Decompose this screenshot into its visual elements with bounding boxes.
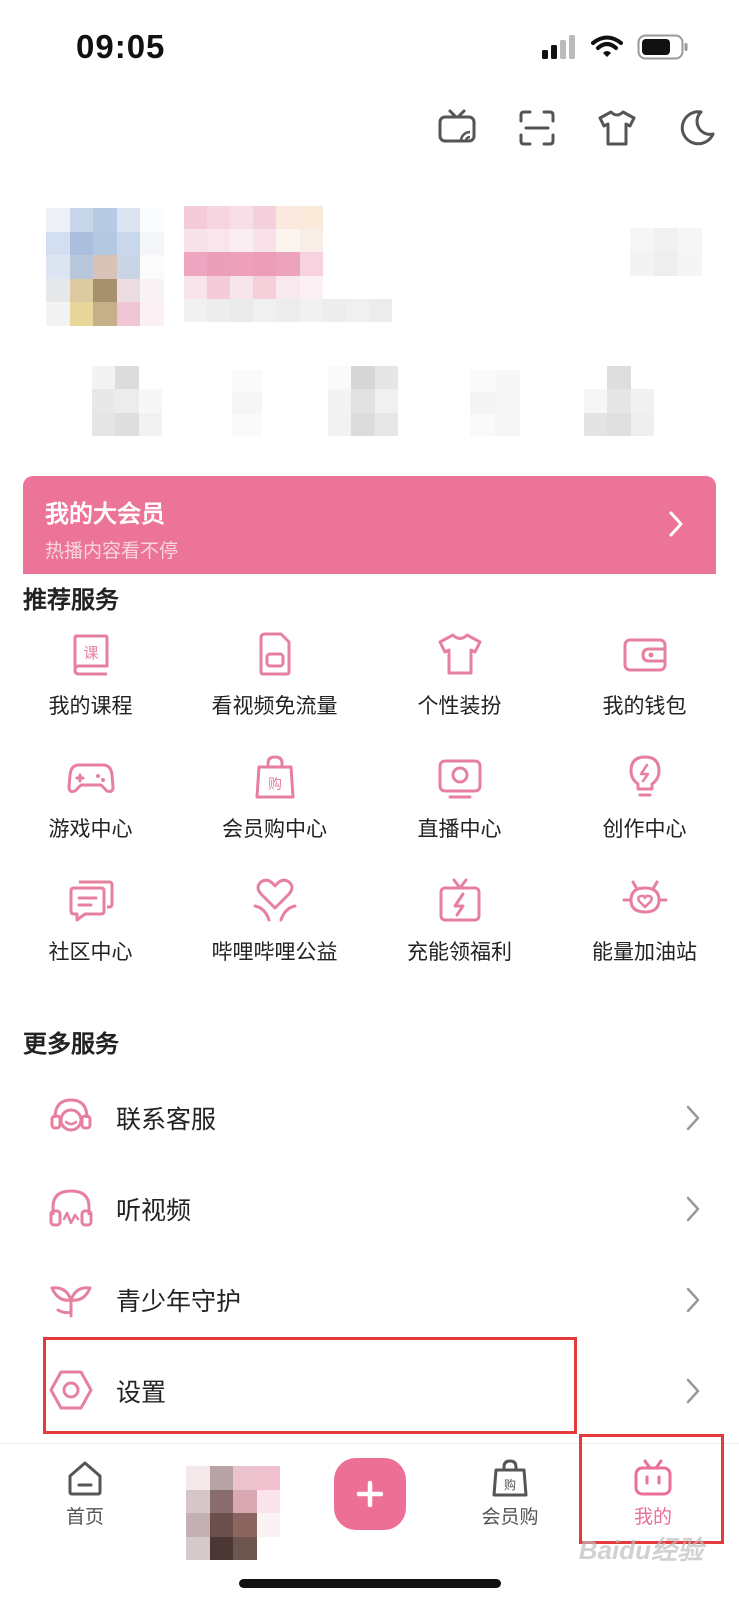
tab-home[interactable]: 首页 — [30, 1458, 140, 1529]
cellular-signal-icon — [542, 35, 575, 59]
grid-item-my-courses[interactable]: 课 我的课程 — [0, 630, 183, 720]
svg-text:课: 课 — [83, 644, 98, 662]
chevron-right-icon — [686, 1105, 700, 1131]
course-book-icon: 课 — [73, 634, 108, 676]
svg-text:购: 购 — [504, 1477, 516, 1492]
settings-highlight-box — [43, 1337, 577, 1434]
wifi-icon — [591, 35, 623, 57]
list-item-label: 听视频 — [116, 1196, 192, 1225]
grid-item-label: 会员购中心 — [222, 817, 327, 841]
scan-icon[interactable] — [517, 108, 557, 148]
headphones-icon — [49, 1189, 93, 1227]
gift-bolt-icon — [439, 878, 480, 922]
home-icon — [68, 1461, 102, 1496]
chevron-right-icon — [686, 1378, 700, 1404]
grid-item-label: 哔哩哔哩公益 — [211, 940, 338, 964]
tshirt-theme-icon[interactable] — [597, 108, 637, 148]
profile-link-blurred[interactable] — [630, 228, 702, 276]
grid-item-energy-station[interactable]: 能量加油站 — [552, 876, 737, 966]
grid-item-label: 能量加油站 — [592, 940, 697, 964]
stat-blurred-5[interactable] — [584, 366, 654, 436]
chevron-right-icon — [686, 1287, 700, 1313]
shopping-bag-icon: 购 — [255, 755, 294, 799]
watermark: Baidu经验 — [578, 1535, 703, 1565]
grid-item-charity[interactable]: 哔哩哔哩公益 — [182, 876, 367, 966]
list-item-teen-mode[interactable]: 青少年守护 — [0, 1254, 739, 1344]
recommended-section-title: 推荐服务 — [23, 586, 119, 614]
home-indicator — [239, 1579, 501, 1588]
username-blurred — [184, 206, 392, 322]
grid-item-free-data[interactable]: 看视频免流量 — [182, 630, 367, 720]
tab-member-shop[interactable]: 购 会员购 — [455, 1458, 565, 1529]
stat-blurred-2[interactable] — [232, 370, 262, 436]
grid-item-label: 游戏中心 — [48, 817, 133, 841]
headset-icon — [50, 1098, 92, 1132]
more-section-title: 更多服务 — [23, 1030, 119, 1058]
top-actions — [437, 108, 717, 148]
grid-item-wallet[interactable]: 我的钱包 — [552, 630, 737, 720]
plus-icon — [356, 1480, 384, 1508]
grid-item-label: 我的课程 — [48, 694, 133, 718]
moon-night-mode-icon[interactable] — [677, 108, 717, 148]
status-bar: 09:05 — [0, 0, 739, 100]
tab-label: 会员购 — [481, 1506, 539, 1528]
list-item-listen-video[interactable]: 听视频 — [0, 1163, 739, 1253]
profile-area[interactable] — [0, 200, 739, 460]
energy-heart-icon — [622, 880, 667, 914]
vip-banner[interactable]: 我的大会员 热播内容看不停 — [23, 476, 716, 574]
grid-item-label: 看视频免流量 — [211, 694, 338, 718]
grid-item-community[interactable]: 社区中心 — [0, 876, 183, 966]
grid-item-creator-center[interactable]: 创作中心 — [552, 753, 737, 843]
grid-item-label: 个性装扮 — [417, 694, 502, 718]
vip-title: 我的大会员 — [45, 500, 165, 528]
tshirt-icon — [438, 633, 481, 675]
grid-item-label: 我的钱包 — [602, 694, 687, 718]
grid-item-live-center[interactable]: 直播中心 — [367, 753, 552, 843]
grid-item-label: 充能领福利 — [407, 940, 512, 964]
grid-item-label: 社区中心 — [48, 940, 133, 964]
list-item-customer-service[interactable]: 联系客服 — [0, 1072, 739, 1162]
tv-cast-icon[interactable] — [437, 108, 477, 148]
sprout-icon — [50, 1286, 92, 1318]
tab-label: 首页 — [65, 1506, 104, 1528]
list-item-label: 青少年守护 — [116, 1287, 242, 1316]
chat-bubbles-icon — [69, 880, 113, 922]
grid-item-label: 创作中心 — [602, 817, 687, 841]
publish-button[interactable] — [334, 1458, 406, 1530]
shopping-bag-icon: 购 — [492, 1459, 528, 1497]
chevron-right-icon — [686, 1196, 700, 1222]
sim-card-icon — [259, 632, 290, 676]
stat-blurred-3[interactable] — [328, 366, 398, 436]
live-tv-icon — [438, 759, 481, 799]
dynamic-tab-blurred[interactable] — [186, 1466, 280, 1560]
chevron-right-icon — [669, 511, 683, 537]
grid-item-charge-rewards[interactable]: 充能领福利 — [367, 876, 552, 966]
gamepad-icon — [67, 763, 114, 793]
stat-blurred-4[interactable] — [470, 370, 520, 436]
grid-item-game-center[interactable]: 游戏中心 — [0, 753, 183, 843]
status-icons — [541, 34, 689, 60]
vip-subtitle: 热播内容看不停 — [45, 540, 179, 562]
grid-item-themes[interactable]: 个性装扮 — [367, 630, 552, 720]
grid-item-label: 直播中心 — [417, 817, 502, 841]
avatar[interactable] — [46, 208, 164, 326]
status-time: 09:05 — [76, 28, 166, 65]
wallet-icon — [623, 638, 666, 672]
lightbulb-icon — [629, 755, 660, 797]
mine-tab-highlight-box — [579, 1434, 724, 1544]
stat-blurred-1[interactable] — [92, 366, 162, 436]
grid-item-member-shop[interactable]: 购 会员购中心 — [182, 753, 367, 843]
svg-text:购: 购 — [268, 777, 282, 793]
heart-hands-icon — [253, 878, 296, 922]
battery-icon — [637, 34, 688, 60]
list-item-label: 联系客服 — [116, 1105, 217, 1134]
